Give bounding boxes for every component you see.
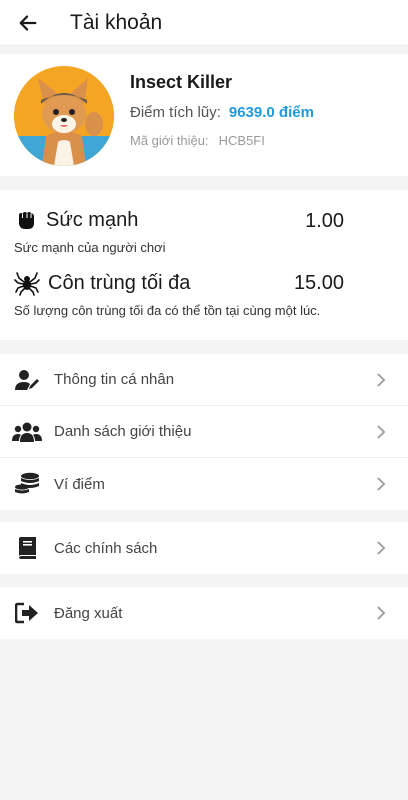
menu-item-policies[interactable]: Các chính sách	[0, 522, 408, 574]
stat-description: Số lượng côn trùng tối đa có thể tồn tại…	[14, 303, 321, 318]
menu-item-referral-list[interactable]: Danh sách giới thiệu	[0, 406, 408, 458]
chevron-right-icon	[377, 541, 386, 555]
points-row: Điểm tích lũy: 9639.0 điểm	[130, 104, 314, 121]
chevron-right-icon	[377, 606, 386, 620]
stat-value: 15.00	[293, 272, 344, 294]
stat-title: Côn trùng tối đa	[48, 271, 191, 294]
menu-group-policies: Các chính sách	[0, 522, 408, 574]
logout-icon	[0, 602, 54, 624]
referral-label: Mã giới thiệu:	[130, 133, 209, 148]
user-edit-icon	[0, 369, 54, 391]
menu-label: Đăng xuất	[54, 604, 123, 622]
menu-group-account: Thông tin cá nhân Danh sách giới thiệu V…	[0, 354, 408, 510]
stat-max-insects-header: Côn trùng tối đa	[14, 270, 190, 296]
chevron-right-icon	[377, 424, 386, 439]
menu-label: Ví điểm	[54, 475, 105, 493]
menu-item-wallet[interactable]: Ví điểm	[0, 458, 408, 510]
fist-icon	[19, 212, 34, 229]
menu-item-personal-info[interactable]: Thông tin cá nhân	[0, 354, 408, 406]
menu-label: Danh sách giới thiệu	[54, 423, 192, 440]
menu-item-logout[interactable]: Đăng xuất	[0, 587, 408, 639]
stat-description: Sức mạnh của người chơi	[14, 240, 166, 255]
points-label: Điểm tích lũy:	[130, 104, 221, 121]
arrow-left-icon	[19, 14, 37, 31]
profile-card: Insect Killer Điểm tích lũy: 9639.0 điểm…	[0, 54, 408, 176]
menu-group-logout: Đăng xuất	[0, 587, 408, 639]
menu-label: Các chính sách	[54, 539, 158, 557]
dog-avatar-icon	[14, 66, 114, 166]
stat-value: 1.00	[305, 210, 344, 232]
stat-title: Sức mạnh	[46, 208, 139, 231]
referral-code: HCB5FI	[218, 133, 265, 148]
chevron-right-icon	[377, 477, 386, 491]
referral-row: Mã giới thiệu: HCB5FI	[130, 133, 265, 148]
chevron-right-icon	[377, 372, 386, 387]
stats-section: Sức mạnh 1.00 Sức mạnh của người chơi Cô…	[0, 190, 408, 340]
page-title: Tài khoản	[70, 10, 163, 34]
avatar[interactable]	[14, 66, 114, 166]
username: Insect Killer	[130, 72, 233, 92]
app-header: Tài khoản	[0, 0, 408, 46]
spider-icon	[14, 272, 40, 296]
stat-strength-header: Sức mạnh	[14, 208, 138, 232]
coins-icon	[0, 472, 54, 496]
points-value: 9639.0 điểm	[228, 104, 314, 121]
book-icon	[0, 536, 54, 560]
menu-label: Thông tin cá nhân	[54, 371, 175, 388]
users-icon	[0, 421, 54, 443]
back-button[interactable]	[0, 0, 56, 46]
